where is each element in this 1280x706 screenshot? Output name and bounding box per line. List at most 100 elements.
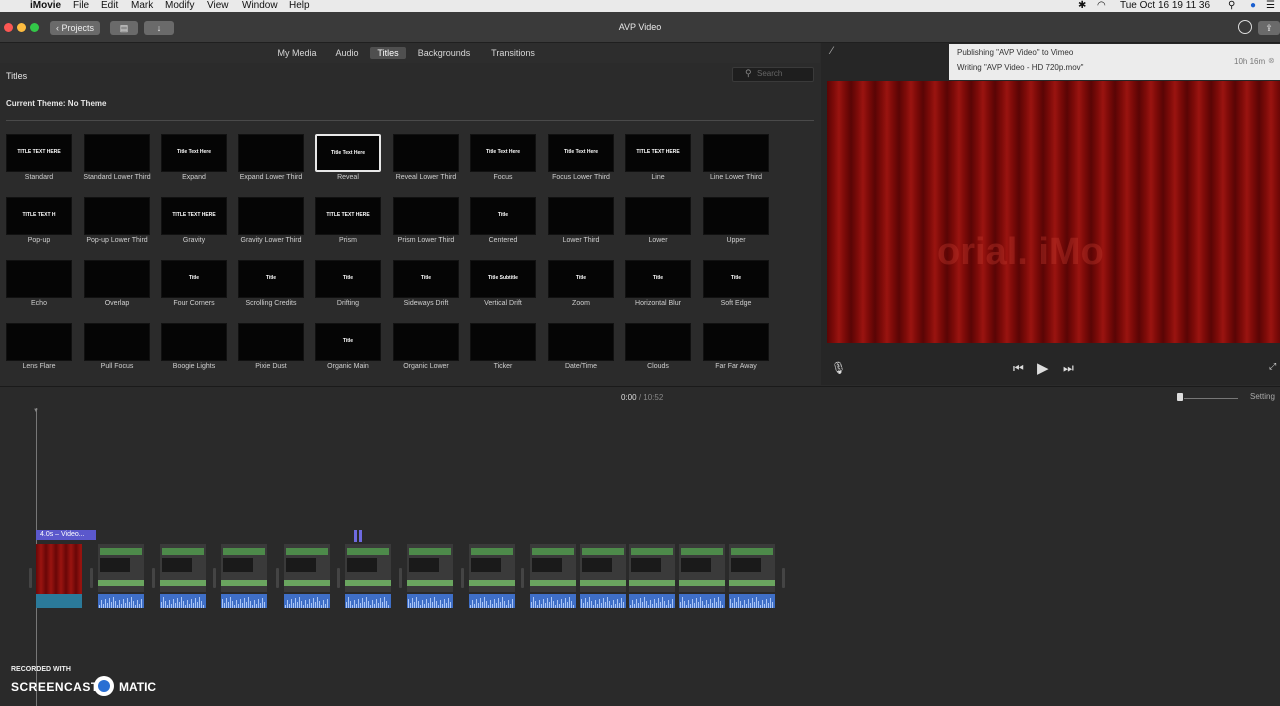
menu-mark[interactable]: Mark bbox=[131, 0, 153, 12]
video-clip[interactable] bbox=[345, 544, 391, 608]
notification-center-icon[interactable]: ☰ bbox=[1266, 0, 1275, 12]
skip-forward-icon[interactable]: ⏭ bbox=[1063, 361, 1074, 376]
clip-gap-handle[interactable] bbox=[213, 568, 216, 588]
tab-backgrounds[interactable]: Backgrounds bbox=[414, 47, 474, 59]
microphone-icon[interactable]: 🎙 bbox=[831, 361, 846, 375]
title-tile[interactable]: Title Text Here Focus Lower Third bbox=[548, 134, 614, 181]
video-clip[interactable] bbox=[221, 544, 267, 608]
title-tile[interactable]: TITLE TEXT HERE Gravity bbox=[161, 197, 227, 244]
tab-audio[interactable]: Audio bbox=[330, 47, 364, 59]
title-tile[interactable]: Line Lower Third bbox=[703, 134, 769, 181]
menu-modify[interactable]: Modify bbox=[165, 0, 194, 12]
video-clip[interactable] bbox=[160, 544, 206, 608]
video-clip[interactable] bbox=[729, 544, 775, 608]
video-preview[interactable]: orial. iMo bbox=[827, 81, 1280, 343]
title-tile[interactable]: TITLE TEXT H Pop-up bbox=[6, 197, 72, 244]
clip-gap-handle[interactable] bbox=[29, 568, 32, 588]
menu-edit[interactable]: Edit bbox=[101, 0, 118, 12]
title-tile[interactable]: Boogie Lights bbox=[161, 323, 227, 370]
skip-back-icon[interactable]: ⏮ bbox=[1013, 361, 1024, 376]
clip-gap-handle[interactable] bbox=[782, 568, 785, 588]
clip-gap-handle[interactable] bbox=[152, 568, 155, 588]
title-tile[interactable]: Pull Focus bbox=[84, 323, 150, 370]
title-tile[interactable]: Title Horizontal Blur bbox=[625, 260, 691, 307]
title-tile[interactable]: Title Four Corners bbox=[161, 260, 227, 307]
video-clip[interactable] bbox=[530, 544, 576, 608]
title-tile[interactable]: Lower Third bbox=[548, 197, 614, 244]
menu-help[interactable]: Help bbox=[289, 0, 310, 12]
title-tile[interactable]: Title Text Here Focus bbox=[470, 134, 536, 181]
video-clip[interactable] bbox=[98, 544, 144, 608]
title-tile[interactable]: Gravity Lower Third bbox=[238, 197, 304, 244]
title-tile[interactable]: TITLE TEXT HERE Line bbox=[625, 134, 691, 181]
title-tile[interactable]: TITLE TEXT HERE Prism bbox=[315, 197, 381, 244]
video-clip[interactable] bbox=[580, 544, 626, 608]
video-clip[interactable] bbox=[469, 544, 515, 608]
title-tile[interactable]: Pop-up Lower Third bbox=[84, 197, 150, 244]
title-tile[interactable]: Echo bbox=[6, 260, 72, 307]
video-clip[interactable] bbox=[629, 544, 675, 608]
title-tile[interactable]: Expand Lower Third bbox=[238, 134, 304, 181]
search-field[interactable]: ⚲ Search bbox=[732, 67, 814, 82]
tab-transitions[interactable]: Transitions bbox=[486, 47, 540, 59]
title-tile[interactable]: Title Text Here Reveal bbox=[315, 134, 381, 181]
menu-file[interactable]: File bbox=[73, 0, 89, 12]
title-tile[interactable]: Standard Lower Third bbox=[83, 134, 151, 181]
zoom-slider-thumb[interactable] bbox=[1177, 393, 1183, 401]
title-tile[interactable]: Clouds bbox=[625, 323, 691, 370]
title-tile[interactable]: Title Zoom bbox=[548, 260, 614, 307]
title-tile[interactable]: Title Organic Main bbox=[315, 323, 381, 370]
menu-view[interactable]: View bbox=[207, 0, 229, 12]
title-tile[interactable]: Overlap bbox=[84, 260, 150, 307]
title-tile[interactable]: Title Subtitle Vertical Drift bbox=[470, 260, 536, 307]
menu-window[interactable]: Window bbox=[242, 0, 278, 12]
menu-imovie[interactable]: iMovie bbox=[30, 0, 61, 12]
video-clip[interactable] bbox=[679, 544, 725, 608]
publishing-notification[interactable]: Publishing "AVP Video" to Vimeo Writing … bbox=[949, 44, 1280, 80]
title-tile[interactable]: Far Far Away bbox=[703, 323, 769, 370]
siri-icon[interactable]: ● bbox=[1250, 0, 1256, 12]
bluetooth-icon[interactable]: ✱ bbox=[1078, 0, 1086, 12]
title-tile[interactable]: Prism Lower Third bbox=[393, 197, 459, 244]
title-tile[interactable]: Title Drifting bbox=[315, 260, 381, 307]
wifi-icon[interactable]: ◠ bbox=[1097, 0, 1106, 12]
settings-button[interactable]: Setting bbox=[1250, 392, 1275, 401]
title-tile[interactable]: Ticker bbox=[470, 323, 536, 370]
clip-gap-handle[interactable] bbox=[276, 568, 279, 588]
title-tile[interactable]: Date/Time bbox=[548, 323, 614, 370]
title-tile[interactable]: Lower bbox=[625, 197, 691, 244]
tab-my-media[interactable]: My Media bbox=[274, 47, 320, 59]
play-icon[interactable]: ▶ bbox=[1037, 359, 1049, 377]
clip-gap-handle[interactable] bbox=[521, 568, 524, 588]
magic-wand-icon[interactable]: ⁄ bbox=[831, 45, 833, 57]
marker-icon[interactable] bbox=[359, 530, 362, 542]
timeline[interactable]: ▼ 4.0s – Video... bbox=[0, 408, 1280, 706]
title-tile[interactable]: Lens Flare bbox=[6, 323, 72, 370]
title-tile[interactable]: Title Text Here Expand bbox=[161, 134, 227, 181]
title-tile[interactable]: TITLE TEXT HERE Standard bbox=[6, 134, 72, 181]
video-clip[interactable] bbox=[407, 544, 453, 608]
cancel-icon[interactable]: ⊗ bbox=[1268, 56, 1275, 65]
marker-icon[interactable] bbox=[354, 530, 357, 542]
clip-gap-handle[interactable] bbox=[337, 568, 340, 588]
title-tile[interactable]: Reveal Lower Third bbox=[393, 134, 459, 181]
tab-titles[interactable]: Titles bbox=[370, 47, 406, 59]
title-tile[interactable]: Title Scrolling Credits bbox=[238, 260, 304, 307]
share-button[interactable]: ⇪ bbox=[1258, 21, 1280, 35]
title-tile[interactable]: Pixie Dust bbox=[238, 323, 304, 370]
title-tile[interactable]: Title Centered bbox=[470, 197, 536, 244]
clip-gap-handle[interactable] bbox=[461, 568, 464, 588]
spotlight-search-icon[interactable]: ⚲ bbox=[1228, 0, 1235, 12]
title-tile[interactable]: Title Sideways Drift bbox=[393, 260, 459, 307]
title-tile[interactable]: Organic Lower bbox=[393, 323, 459, 370]
video-clip[interactable] bbox=[284, 544, 330, 608]
share-progress-icon[interactable] bbox=[1238, 20, 1252, 34]
title-tile[interactable]: Title Soft Edge bbox=[703, 260, 769, 307]
title-clip[interactable]: 4.0s – Video... bbox=[36, 530, 98, 608]
clip-gap-handle[interactable] bbox=[399, 568, 402, 588]
zoom-slider-track[interactable] bbox=[1184, 398, 1238, 399]
clip-gap-handle[interactable] bbox=[90, 568, 93, 588]
fullscreen-icon[interactable]: ⤢ bbox=[1269, 361, 1276, 372]
menubar-clock[interactable]: Tue Oct 16 19 11 36 bbox=[1120, 0, 1210, 12]
title-tile[interactable]: Upper bbox=[703, 197, 769, 244]
